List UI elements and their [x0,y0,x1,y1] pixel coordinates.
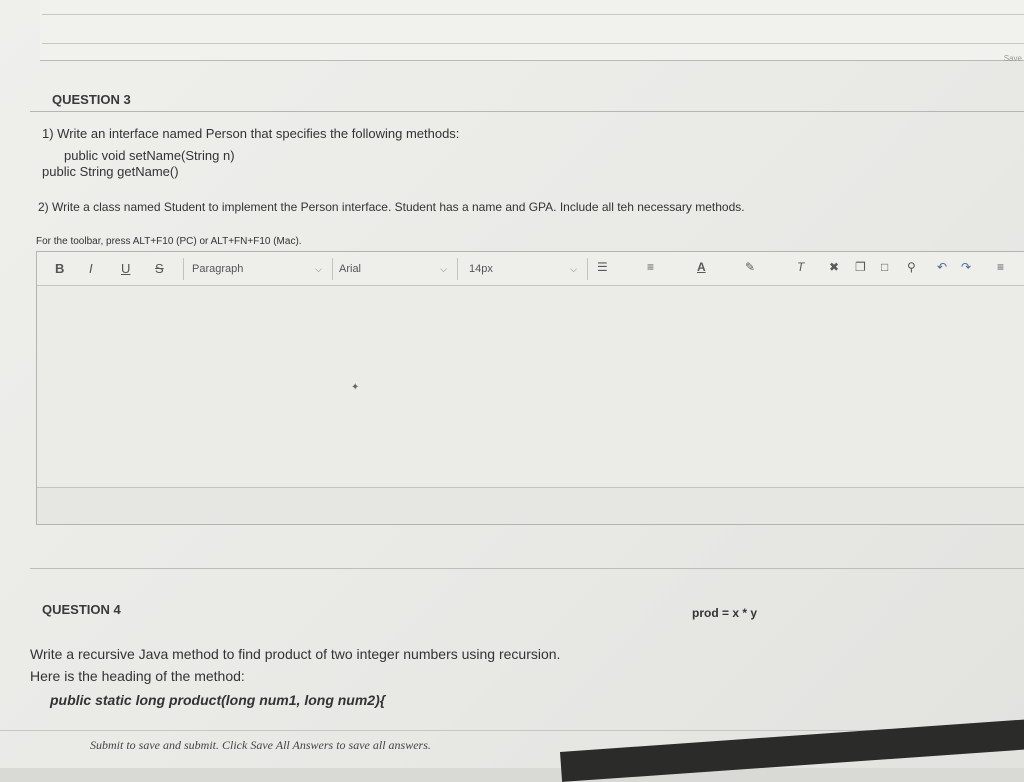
font-size-select-value: 14px [469,263,493,275]
bold-button[interactable]: B [55,261,64,276]
question-4-method-heading: public static long product(long num1, lo… [50,692,386,708]
question-4-formula: prod = x * y [692,606,758,620]
paragraph-select-value: Paragraph [192,263,244,275]
editor-status-bar [37,487,1024,524]
page: Save QUESTION 3 1) Write an interface na… [0,0,1024,782]
question-4-header: QUESTION 4 [42,602,121,617]
underline-button[interactable]: U [121,261,130,276]
more-options-icon[interactable]: ≡ [997,260,1004,274]
footer-prefix: Submit to save and submit. [90,738,219,752]
numbered-list-icon[interactable]: ≡ [647,260,654,274]
chevron-down-icon: ⌵ [315,264,322,274]
save-corner-label[interactable]: Save [1004,54,1022,63]
paragraph-select[interactable]: Paragraph ⌵ [183,258,333,280]
redo-icon[interactable]: ↷ [961,260,971,274]
question-3-header: QUESTION 3 [30,88,1024,112]
clear-format-icon[interactable]: T [797,260,804,274]
footer-instructions: Submit to save and submit. Click Save Al… [90,738,431,753]
question-3: QUESTION 3 1) Write an interface named P… [30,88,1024,569]
cut-icon[interactable]: ✖ [829,260,839,274]
font-family-select-value: Arial [339,263,362,275]
question-3-line-3: public String getName() [42,164,179,179]
highlight-icon[interactable]: ✎ [745,260,755,274]
mouse-cursor-icon: ✦ [351,382,360,393]
question-3-line-4: 2) Write a class named Student to implem… [38,200,745,214]
bullet-list-icon[interactable]: ☰ [597,260,608,274]
undo-icon[interactable]: ↶ [937,260,947,274]
strikethrough-button[interactable]: S [155,261,164,276]
italic-button[interactable]: I [89,261,93,276]
copy-icon[interactable]: ❐ [855,260,866,274]
editor-text-area[interactable] [37,286,1024,486]
font-size-select[interactable]: 14px ⌵ [461,258,588,280]
chevron-down-icon: ⌵ [440,264,447,274]
chevron-down-icon: ⌵ [570,264,577,274]
question-3-line-2: public void setName(String n) [64,148,235,163]
previous-answer-box [42,14,1024,44]
toolbar-hint: For the toolbar, press ALT+F10 (PC) or A… [36,236,302,247]
find-icon[interactable]: ⚲ [907,260,916,274]
editor-toolbar: B I U S Paragraph ⌵ Arial ⌵ 14px ⌵ ☰ ≡ A… [37,252,1024,286]
previous-answer-area [40,0,1024,61]
question-divider [30,568,1024,569]
question-4-line-1: Write a recursive Java method to find pr… [30,646,561,662]
question-3-line-1: 1) Write an interface named Person that … [42,126,460,141]
answer-editor[interactable]: B I U S Paragraph ⌵ Arial ⌵ 14px ⌵ ☰ ≡ A… [36,251,1024,525]
question-4-line-2: Here is the heading of the method: [30,668,245,684]
footer-save-all-text: Click Save All Answers to save all answe… [222,738,431,752]
font-family-select[interactable]: Arial ⌵ [331,258,458,280]
paste-icon[interactable]: □ [881,260,888,274]
text-color-icon[interactable]: A [697,260,706,274]
